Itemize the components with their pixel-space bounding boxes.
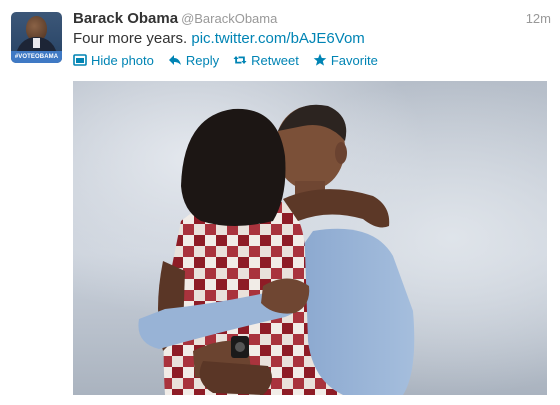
hide-photo-button[interactable]: Hide photo <box>73 53 154 68</box>
favorite-label: Favorite <box>330 52 378 68</box>
hide-photo-label: Hide photo <box>91 52 154 68</box>
author-name[interactable]: Barack Obama <box>73 10 178 27</box>
reply-button[interactable]: Reply <box>168 53 219 68</box>
reply-icon <box>168 53 182 67</box>
retweet-label: Retweet <box>251 52 299 68</box>
photo-icon <box>73 53 87 67</box>
avatar-shirt <box>33 38 40 48</box>
tweet-actions: Hide photo Reply Retweet Favorite <box>73 51 392 69</box>
author-handle[interactable]: @BarackObama <box>181 11 277 26</box>
avatar[interactable]: #VOTEOBAMA <box>11 12 62 63</box>
retweet-button[interactable]: Retweet <box>233 53 299 68</box>
embrace-photo-illustration <box>73 81 547 395</box>
tweet-message: Four more years. <box>73 30 188 47</box>
tweet-header: Barack Obama @BarackObama 12m <box>73 10 551 30</box>
reply-label: Reply <box>185 52 220 68</box>
timestamp[interactable]: 12m <box>526 11 551 26</box>
tweet-text: Four more years. pic.twitter.com/bAJE6Vo… <box>73 30 365 48</box>
tweet: #VOTEOBAMA Barack Obama @BarackObama 12m … <box>0 0 560 405</box>
retweet-icon <box>233 53 247 67</box>
tweet-link[interactable]: pic.twitter.com/bAJE6Vom <box>191 30 364 47</box>
favorite-button[interactable]: Favorite <box>313 53 378 68</box>
star-icon <box>313 53 327 67</box>
tweet-photo[interactable] <box>73 81 547 395</box>
avatar-badge: #VOTEOBAMA <box>11 51 62 63</box>
